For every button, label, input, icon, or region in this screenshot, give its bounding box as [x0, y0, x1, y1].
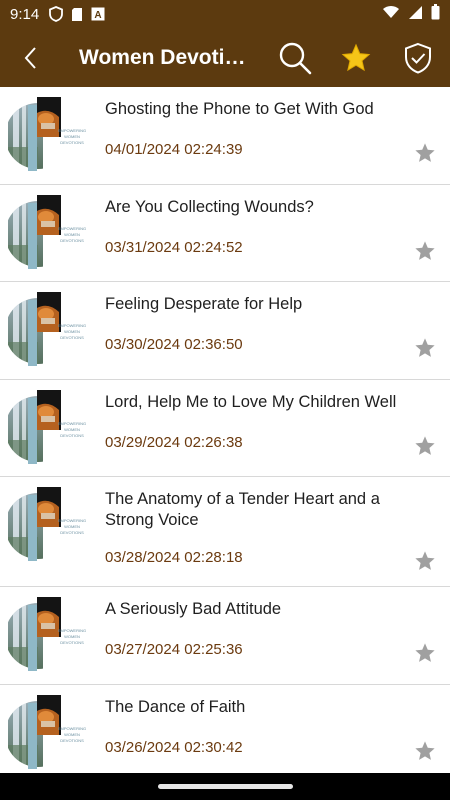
thumbnail-caption-line2: WOMEN	[64, 427, 80, 432]
devotion-thumbnail: EMPOWERING WOMEN DEVOTIONS	[8, 390, 86, 464]
thumbnail-caption-line3: DEVOTIONS	[60, 335, 84, 340]
devotion-date: 03/31/2024 02:24:52	[105, 239, 243, 256]
devotion-thumbnail: EMPOWERING WOMEN DEVOTIONS	[8, 292, 86, 366]
keyboard-a-icon: A	[91, 7, 105, 21]
thumbnail-caption-line1: EMPOWERING	[58, 323, 86, 328]
devotion-date: 03/27/2024 02:25:36	[105, 641, 243, 658]
page-title: Women Devotions	[79, 45, 254, 69]
list-item[interactable]: EMPOWERING WOMEN DEVOTIONS The Dance of …	[0, 685, 450, 773]
thumbnail-caption-line1: EMPOWERING	[58, 421, 86, 426]
favorite-star-icon[interactable]	[414, 337, 436, 359]
sd-card-icon	[71, 7, 83, 22]
signal-icon	[408, 5, 423, 24]
favorite-star-icon[interactable]	[414, 142, 436, 164]
devotion-title: Feeling Desperate for Help	[105, 295, 303, 313]
app-bar: Women Devotions	[0, 28, 450, 87]
thumbnail-caption-line2: WOMEN	[64, 134, 80, 139]
thumbnail-caption-line1: EMPOWERING	[58, 226, 86, 231]
list-item[interactable]: EMPOWERING WOMEN DEVOTIONS Ghosting the …	[0, 87, 450, 185]
devotion-date: 04/01/2024 02:24:39	[105, 141, 243, 158]
vpn-shield-icon	[49, 6, 64, 22]
list-item[interactable]: EMPOWERING WOMEN DEVOTIONS Feeling Despe…	[0, 282, 450, 380]
list-item[interactable]: EMPOWERING WOMEN DEVOTIONS The Anatomy o…	[0, 477, 450, 587]
svg-text:A: A	[95, 10, 102, 21]
thumbnail-caption-line2: WOMEN	[64, 524, 80, 529]
search-icon	[279, 42, 312, 74]
status-bar: 9:14 A	[0, 0, 450, 28]
thumbnail-caption-line1: EMPOWERING	[58, 628, 86, 633]
thumbnail-caption-line1: EMPOWERING	[58, 518, 86, 523]
devotion-list: EMPOWERING WOMEN DEVOTIONS Ghosting the …	[0, 87, 450, 773]
devotion-date: 03/29/2024 02:26:38	[105, 434, 243, 451]
wifi-icon	[382, 5, 400, 23]
devotion-date: 03/28/2024 02:28:18	[105, 549, 243, 566]
devotion-title: A Seriously Bad Attitude	[105, 600, 282, 618]
thumbnail-caption-line2: WOMEN	[64, 329, 80, 334]
thumbnail-caption-line1: EMPOWERING	[58, 128, 86, 133]
thumbnail-caption-line2: WOMEN	[64, 232, 80, 237]
devotion-date: 03/30/2024 02:36:50	[105, 336, 243, 353]
favorite-star-icon[interactable]	[414, 550, 436, 572]
star-icon	[341, 43, 371, 71]
devotion-title: Lord, Help Me to Love My Children Well	[105, 393, 397, 411]
home-gesture-handle[interactable]	[157, 784, 293, 789]
list-item[interactable]: EMPOWERING WOMEN DEVOTIONS Are You Colle…	[0, 185, 450, 282]
favorites-button[interactable]	[331, 28, 381, 87]
gesture-nav-bar	[0, 773, 450, 800]
thumbnail-caption-line3: DEVOTIONS	[60, 433, 84, 438]
list-item[interactable]: EMPOWERING WOMEN DEVOTIONS Lord, Help Me…	[0, 380, 450, 477]
devotion-title: The Anatomy of a Tender Heart and a Stro…	[105, 490, 380, 529]
devotion-thumbnail: EMPOWERING WOMEN DEVOTIONS	[8, 597, 86, 671]
shield-check-icon	[405, 42, 431, 74]
thumbnail-caption-line3: DEVOTIONS	[60, 640, 84, 645]
battery-icon	[431, 4, 440, 24]
devotion-date: 03/26/2024 02:30:42	[105, 739, 243, 756]
thumbnail-caption-line1: EMPOWERING	[58, 726, 86, 731]
thumbnail-caption-line2: WOMEN	[64, 634, 80, 639]
thumbnail-caption-line3: DEVOTIONS	[60, 140, 84, 145]
favorite-star-icon[interactable]	[414, 740, 436, 762]
back-chevron-icon	[24, 46, 36, 69]
thumbnail-caption-line3: DEVOTIONS	[60, 238, 84, 243]
devotion-title: Ghosting the Phone to Get With God	[105, 100, 374, 118]
thumbnail-caption-line2: WOMEN	[64, 732, 80, 737]
devotion-thumbnail: EMPOWERING WOMEN DEVOTIONS	[8, 695, 86, 769]
status-time: 9:14	[10, 5, 40, 23]
devotion-thumbnail: EMPOWERING WOMEN DEVOTIONS	[8, 97, 86, 171]
search-button[interactable]	[270, 28, 320, 87]
verified-shield-button[interactable]	[393, 28, 443, 87]
thumbnail-caption-line3: DEVOTIONS	[60, 530, 84, 535]
favorite-star-icon[interactable]	[414, 240, 436, 262]
devotion-thumbnail: EMPOWERING WOMEN DEVOTIONS	[8, 195, 86, 269]
devotion-title: Are You Collecting Wounds?	[105, 198, 314, 216]
devotion-title: The Dance of Faith	[105, 698, 246, 716]
favorite-star-icon[interactable]	[414, 435, 436, 457]
devotion-thumbnail: EMPOWERING WOMEN DEVOTIONS	[8, 487, 86, 561]
favorite-star-icon[interactable]	[414, 642, 436, 664]
list-item[interactable]: EMPOWERING WOMEN DEVOTIONS A Seriously B…	[0, 587, 450, 685]
thumbnail-caption-line3: DEVOTIONS	[60, 738, 84, 743]
back-button[interactable]	[0, 28, 62, 87]
